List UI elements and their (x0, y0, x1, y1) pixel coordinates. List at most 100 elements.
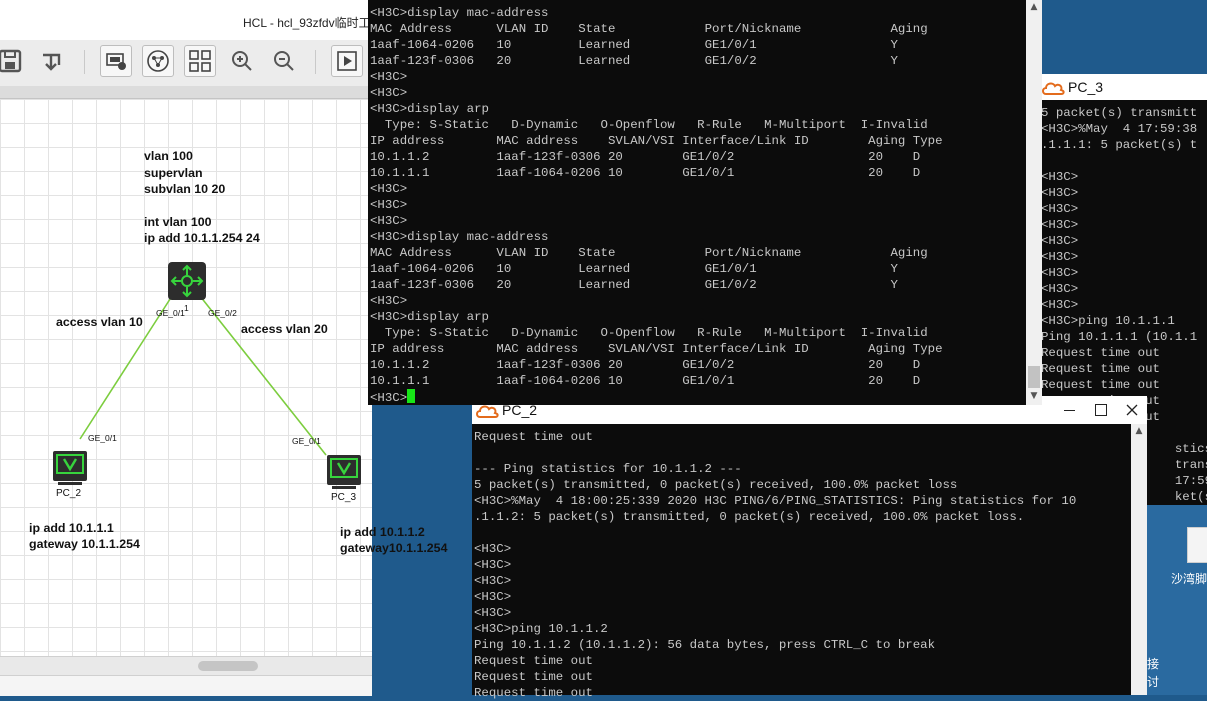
terminal-line: <H3C> (370, 182, 408, 196)
access-vlan-left-note: access vlan 10 (56, 315, 143, 329)
terminal-line: Request time out (474, 686, 593, 700)
pc2-device[interactable] (52, 450, 88, 486)
terminal-cursor (407, 389, 416, 403)
terminal-line: <H3C>display arp (370, 102, 489, 116)
access-vlan-right-note: access vlan 20 (241, 322, 328, 336)
switch-console-window: <H3C>display mac-address MAC Address VLAN… (368, 0, 1042, 405)
maximize-icon (1095, 404, 1107, 416)
link-pc3[interactable] (199, 295, 327, 456)
terminal-line: <H3C>display mac-address (370, 230, 549, 244)
switch-config-line: subvlan 10 20 (144, 182, 226, 196)
minimize-icon (1063, 409, 1075, 411)
hcl-window: HCL - hcl_93zfdv临时工 vlan 100 supervlan s… (0, 0, 447, 696)
maximize-button[interactable] (1084, 396, 1118, 424)
canvas-horizontal-scrollbar[interactable] (0, 656, 372, 675)
terminal-line: 1aaf-1064-0206 10 Learned GE1/0/1 Y (370, 38, 898, 52)
terminal-line: --- Ping statistics for 10.1.1.2 --- (474, 462, 742, 476)
terminal-line: <H3C> (370, 70, 408, 84)
terminal-line: .1.1.1: 5 packet(s) t (1041, 138, 1198, 152)
scrollbar-thumb[interactable] (1028, 366, 1040, 388)
terminal-line: Request time out (1041, 378, 1160, 392)
terminal-line: 5 packet(s) transmitt (1041, 106, 1198, 120)
pc3-console-title: PC_3 (1068, 79, 1104, 95)
topology-icon[interactable] (142, 45, 174, 77)
terminal-line: Ping 10.1.1.1 (10.1.1 (1041, 330, 1198, 344)
zoom-out-icon[interactable] (268, 45, 300, 77)
terminal-line: <H3C>display mac-address (370, 6, 549, 20)
terminal-line: <H3C> (474, 574, 512, 588)
scroll-down-icon[interactable]: ▼ (1026, 391, 1042, 401)
switch-config-line: int vlan 100 (144, 215, 212, 229)
scroll-up-icon[interactable]: ▲ (1131, 426, 1147, 436)
terminal-line: <H3C>ping 10.1.1.2 (474, 622, 608, 636)
switch-port-right: GE_0/2 (208, 308, 237, 318)
grid-layout-icon[interactable] (184, 45, 216, 77)
switch-config-line: vlan 100 (144, 149, 193, 163)
terminal-line: <H3C> (474, 542, 512, 556)
terminal-prompt: <H3C> (370, 391, 408, 405)
hcl-titlebar: HCL - hcl_93zfdv临时工 (0, 0, 372, 41)
pc2-label: PC_2 (56, 488, 82, 499)
terminal-line: <H3C> (1041, 298, 1079, 312)
toolbar-separator (84, 50, 85, 74)
terminal-line: Request time out (474, 654, 593, 668)
terminal-line: <H3C> (370, 294, 408, 308)
terminal-line: IP address MAC address SVLAN/VSI Interfa… (370, 134, 943, 148)
switch-port-left: GE_0/1 (156, 308, 185, 318)
terminal-line: MAC Address VLAN ID State Port/Nickname … (370, 246, 928, 260)
switch-device[interactable] (168, 262, 206, 300)
terminal-line: 5 packet(s) transmitted, 0 packet(s) rec… (474, 478, 958, 492)
pc2-config-line: gateway 10.1.1.254 (29, 537, 140, 551)
terminal-line: <H3C> (1041, 186, 1079, 200)
export-icon[interactable] (36, 45, 68, 77)
pc2-terminal-output: Request time out --- Ping statistics for… (474, 429, 1076, 701)
terminal-line: <H3C> (1041, 282, 1079, 296)
terminal-line: MAC Address VLAN ID State Port/Nickname … (370, 22, 928, 36)
pc3-device[interactable] (326, 454, 362, 490)
hcl-title: HCL - hcl_93zfdv临时工 (243, 16, 371, 30)
start-all-icon[interactable] (331, 45, 363, 77)
cloud-icon (1042, 82, 1065, 95)
terminal-line: 10.1.1.1 1aaf-1064-0206 10 GE1/0/1 20 D (370, 374, 921, 388)
terminal-line: IP address MAC address SVLAN/VSI Interfa… (370, 342, 943, 356)
topology-canvas[interactable]: vlan 100 supervlan subvlan 10 20 int vla… (0, 99, 447, 656)
switch-terminal[interactable]: <H3C>display mac-address MAC Address VLAN… (368, 0, 1026, 405)
pc-icon (53, 451, 87, 485)
terminal-line: <H3C> (1041, 234, 1079, 248)
cloud-icon (476, 405, 499, 418)
scrollbar-thumb[interactable] (198, 661, 258, 671)
pc2-vertical-scrollbar[interactable]: ▲ (1131, 424, 1147, 695)
device-manager-icon[interactable] (100, 45, 132, 77)
terminal-line: <H3C>%May 4 18:00:25:339 2020 H3C PING/6… (474, 494, 1077, 508)
hcl-status-bar (0, 675, 372, 696)
pc2-terminal[interactable]: Request time out --- Ping statistics for… (472, 424, 1131, 700)
pc3-label: PC_3 (331, 492, 357, 503)
zoom-in-icon[interactable] (226, 45, 258, 77)
terminal-line: <H3C> (1041, 266, 1079, 280)
pc2-config-line: ip add 10.1.1.1 (29, 521, 114, 535)
minimize-button[interactable] (1052, 396, 1086, 424)
terminal-line: 1aaf-123f-0306 20 Learned GE1/0/2 Y (370, 278, 898, 292)
scroll-up-icon[interactable]: ▲ (1026, 2, 1042, 12)
pc-icon (327, 455, 361, 489)
toolbar-separator (315, 50, 316, 74)
hcl-separator-strip (0, 86, 372, 99)
pc3-console-titlebar[interactable]: PC_3 (1038, 74, 1207, 100)
document-file-icon[interactable] (1187, 527, 1207, 563)
switch-config-line: supervlan (144, 166, 203, 180)
close-button[interactable] (1115, 396, 1149, 424)
terminal-line: <H3C> (474, 590, 512, 604)
terminal-line: <H3C>ping 10.1.1.1 (1041, 314, 1175, 328)
close-icon (1126, 404, 1138, 416)
terminal-line: Type: S-Static D-Dynamic O-Openflow R-Ru… (370, 118, 928, 132)
switch-vertical-scrollbar[interactable]: ▲ ▼ (1026, 0, 1042, 405)
terminal-line: 10.1.1.2 1aaf-123f-0306 20 GE1/0/2 20 D (370, 150, 921, 164)
save-icon[interactable] (0, 45, 26, 77)
terminal-line: 10.1.1.1 1aaf-1064-0206 10 GE1/0/1 20 D (370, 166, 921, 180)
desktop-file-label[interactable]: 沙湾脚 (1171, 570, 1207, 587)
terminal-line: <H3C> (474, 606, 512, 620)
terminal-line: 1aaf-123f-0306 20 Learned GE1/0/2 Y (370, 54, 898, 68)
